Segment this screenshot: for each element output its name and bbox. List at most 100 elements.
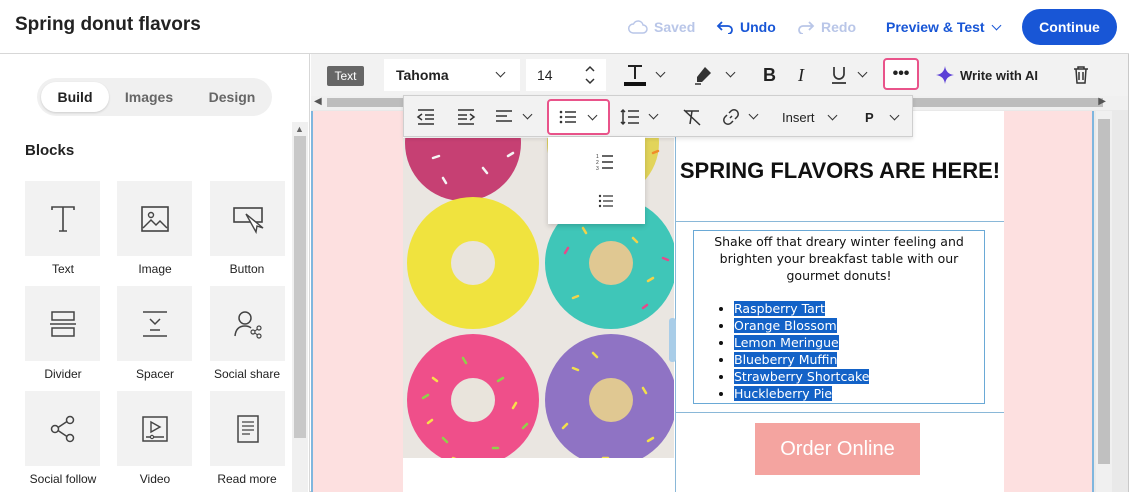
delete-button[interactable]	[1073, 60, 1089, 90]
scroll-right-icon[interactable]: ▶	[1098, 96, 1106, 107]
list-item-text: Orange Blossom	[734, 318, 837, 333]
text-color-button[interactable]	[623, 60, 666, 90]
bullet-list-icon	[598, 194, 613, 208]
sidebar-scrollbar[interactable]: ▲	[292, 122, 308, 492]
stepper-arrows-icon[interactable]	[584, 63, 596, 87]
italic-icon[interactable]: I	[798, 60, 804, 90]
order-online-button[interactable]: Order Online	[755, 423, 920, 475]
list-item-text: Lemon Meringue	[734, 335, 839, 350]
font-family-select[interactable]: Tahoma	[384, 59, 520, 91]
canvas-scrollbar[interactable]	[1096, 111, 1112, 492]
preview-label: Preview & Test	[886, 19, 985, 35]
chevron-down-icon	[495, 67, 506, 78]
cloud-icon	[628, 20, 648, 34]
list-button[interactable]	[547, 99, 610, 135]
redo-button[interactable]: Redo	[797, 19, 856, 35]
header-bar: Spring donut flavors Saved Undo Redo Pre…	[0, 0, 1129, 54]
block-video[interactable]	[117, 391, 192, 466]
undo-icon	[716, 21, 733, 34]
text-icon	[50, 205, 75, 232]
preview-test-dropdown[interactable]: Preview & Test	[886, 19, 1002, 35]
chevron-down-icon	[648, 109, 659, 119]
block-spacer[interactable]	[117, 286, 192, 361]
numbered-list-option[interactable]: 123	[596, 153, 614, 176]
block-divider[interactable]	[25, 286, 100, 361]
chevron-down-icon	[655, 67, 666, 77]
line-height-icon	[620, 108, 639, 126]
block-label-divider: Divider	[44, 367, 82, 381]
chevron-down-icon	[889, 110, 900, 120]
tab-images[interactable]: Images	[115, 82, 183, 112]
text-toolbar: Text Tahoma 14 B I ••• Write with AI	[311, 54, 1128, 96]
chevron-down-icon	[748, 109, 759, 119]
bulleted-list-option[interactable]	[598, 193, 614, 214]
write-with-ai-button[interactable]: Write with AI	[936, 66, 1038, 84]
sidebar-scroll-thumb[interactable]	[294, 136, 306, 438]
clear-format-button[interactable]	[682, 102, 702, 132]
button-icon	[232, 206, 263, 234]
list-item[interactable]: Huckleberry Pie	[734, 385, 984, 402]
tab-design[interactable]: Design	[195, 82, 269, 112]
font-value: Tahoma	[396, 67, 449, 83]
text-editor-area[interactable]: Shake off that dreary winter feeling and…	[693, 230, 985, 404]
block-label-button: Button	[229, 262, 265, 276]
canvas-scroll-thumb[interactable]	[1098, 119, 1110, 464]
link-button[interactable]	[722, 102, 759, 132]
chevron-down-icon	[991, 20, 1002, 30]
tab-build[interactable]: Build	[41, 82, 109, 112]
email-headline[interactable]: SPRING FLAVORS ARE HERE!	[676, 156, 1004, 185]
list-type-dropdown: 123	[548, 137, 645, 224]
bold-icon[interactable]: B	[763, 60, 776, 90]
block-read-more[interactable]	[210, 391, 285, 466]
scroll-up-icon[interactable]: ▲	[295, 124, 304, 134]
highlight-button[interactable]	[693, 60, 736, 90]
numbered-list-icon: 123	[596, 154, 613, 172]
font-size-select[interactable]: 14	[526, 59, 606, 91]
align-left-icon	[496, 110, 512, 122]
block-image[interactable]	[117, 181, 192, 256]
outdent-button[interactable]	[416, 102, 436, 132]
spacer-icon	[142, 310, 167, 337]
chevron-down-icon	[857, 67, 868, 77]
list-item-text: Strawberry Shortcake	[734, 369, 870, 384]
canvas-background	[311, 111, 403, 492]
text-block[interactable]: Shake off that dreary winter feeling and…	[676, 221, 1004, 413]
list-item[interactable]: Orange Blossom	[734, 317, 984, 334]
social-share-icon	[233, 310, 262, 339]
flavor-list[interactable]: Raspberry Tart Orange Blossom Lemon Meri…	[734, 300, 984, 402]
list-item[interactable]: Blueberry Muffin	[734, 351, 984, 368]
block-social-follow[interactable]	[25, 391, 100, 466]
block-social-share[interactable]	[210, 286, 285, 361]
paragraph-dropdown[interactable]: P	[865, 102, 900, 132]
list-item[interactable]: Raspberry Tart	[734, 300, 984, 317]
block-label-spacer: Spacer	[135, 367, 175, 381]
undo-button[interactable]: Undo	[716, 19, 776, 35]
scroll-left-icon[interactable]: ◀	[314, 96, 322, 107]
continue-button[interactable]: Continue	[1022, 9, 1117, 45]
canvas-background	[1004, 111, 1094, 492]
column-resize-handle[interactable]	[669, 318, 676, 362]
more-dots-icon: •••	[892, 65, 910, 82]
intro-paragraph[interactable]: Shake off that dreary winter feeling and…	[694, 231, 984, 284]
more-options-button[interactable]: •••	[883, 58, 919, 90]
indent-button[interactable]	[456, 102, 476, 132]
sidebar: Build Images Design Blocks Text Image Bu…	[0, 54, 310, 492]
page-title: Spring donut flavors	[15, 14, 201, 35]
paragraph-label: P	[865, 109, 874, 125]
underline-button[interactable]	[831, 60, 868, 90]
list-item[interactable]: Strawberry Shortcake	[734, 368, 984, 385]
insert-dropdown[interactable]: Insert	[782, 102, 837, 132]
block-text[interactable]	[25, 181, 100, 256]
font-size-value: 14	[537, 67, 553, 83]
chevron-down-icon	[522, 109, 533, 119]
list-item[interactable]: Lemon Meringue	[734, 334, 984, 351]
text-color-icon	[624, 65, 646, 86]
blocks-heading: Blocks	[25, 142, 75, 159]
align-button[interactable]	[494, 102, 533, 132]
line-height-button[interactable]	[620, 102, 659, 132]
list-item-text: Blueberry Muffin	[734, 352, 838, 367]
block-button[interactable]	[210, 181, 285, 256]
indent-icon	[458, 109, 476, 125]
list-item-text: Huckleberry Pie	[734, 386, 833, 401]
outdent-icon	[416, 109, 434, 125]
